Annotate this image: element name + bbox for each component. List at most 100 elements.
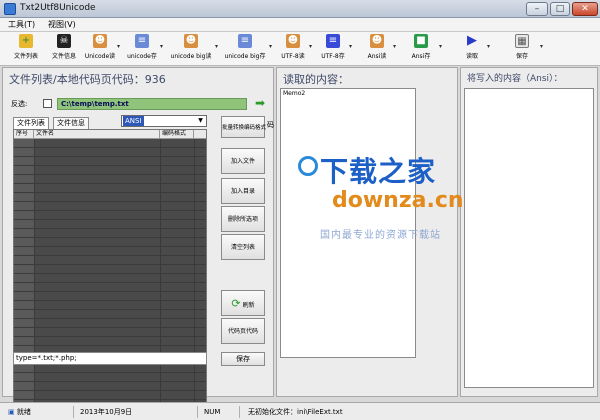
person-icon: ☻ <box>93 34 107 48</box>
status-num: NUM <box>200 406 240 418</box>
table-row[interactable] <box>14 211 206 220</box>
watermark-logo-icon <box>298 156 318 176</box>
refresh-button[interactable]: ⟳ 刷新 <box>221 290 265 316</box>
read-dropdown-icon[interactable]: ▾ <box>487 44 493 50</box>
file-grid[interactable]: 序号 文件名 编码格式 <box>13 129 207 413</box>
window-title: Txt2Utf8Unicode <box>20 3 96 13</box>
unicode-save-button[interactable]: ≡ unicode存 <box>125 34 159 64</box>
menu-view[interactable]: 视图(V) <box>48 19 76 30</box>
close-button[interactable]: ✕ <box>572 2 598 16</box>
table-row[interactable] <box>14 292 206 301</box>
go-arrow-icon[interactable]: ➡ <box>255 96 267 110</box>
table-row[interactable] <box>14 157 206 166</box>
table-row[interactable] <box>14 337 206 346</box>
table-row[interactable] <box>14 166 206 175</box>
unicode-big-save-button[interactable]: ≡ unicode big存 <box>222 34 268 64</box>
ansi-read-dropdown-icon[interactable]: ▾ <box>393 44 399 50</box>
table-row[interactable] <box>14 229 206 238</box>
watermark: 下载之家 downza.cn 国内最专业的资源下载站 <box>298 150 468 250</box>
tab-file-list[interactable]: 文件列表 <box>13 117 49 129</box>
menu-tools[interactable]: 工具(T) <box>8 19 35 30</box>
add-directory-button[interactable]: 加入目录 <box>221 178 265 204</box>
table-row[interactable] <box>14 247 206 256</box>
write-content-panel: 将写入的内容（Ansi）： <box>460 67 598 397</box>
table-icon: ▦ <box>515 34 529 48</box>
table-row[interactable] <box>14 382 206 391</box>
grid-header-encoding: 编码格式 <box>160 130 194 139</box>
title-bar: Txt2Utf8Unicode – □ ✕ <box>0 0 600 18</box>
table-row[interactable] <box>14 328 206 337</box>
minimize-button[interactable]: – <box>526 2 548 16</box>
table-row[interactable] <box>14 391 206 400</box>
table-row[interactable] <box>14 148 206 157</box>
table-row[interactable] <box>14 193 206 202</box>
ansi-save-dropdown-icon[interactable]: ▾ <box>439 44 445 50</box>
unicode-read-dropdown-icon[interactable]: ▾ <box>117 44 123 50</box>
table-row[interactable] <box>14 265 206 274</box>
save-filter-button[interactable]: 保存 <box>221 352 265 366</box>
table-row[interactable] <box>14 283 206 292</box>
path-field[interactable]: C:\temp\temp.txt <box>57 98 247 110</box>
add-file-button[interactable]: 加入文件 <box>221 148 265 174</box>
clear-list-button[interactable]: 清空列表 <box>221 234 265 260</box>
grid-header-filename: 文件名 <box>34 130 160 139</box>
read-content-title: 读取的内容： <box>283 73 349 86</box>
ansi-read-button[interactable]: ☻ Ansi读 <box>362 34 392 64</box>
save-dropdown-icon[interactable]: ▾ <box>540 44 546 50</box>
table-row[interactable] <box>14 319 206 328</box>
table-row[interactable] <box>14 175 206 184</box>
green-square-icon: ■ <box>414 34 428 48</box>
unicode-read-button[interactable]: ☻ Unicode读 <box>84 34 116 64</box>
table-row[interactable] <box>14 301 206 310</box>
file-list-button[interactable]: + 文件列表 <box>8 34 44 64</box>
batch-convert-button[interactable]: 批量转换编码格式 <box>221 116 266 138</box>
utf8-read-button[interactable]: ☻ UTF-8读 <box>278 34 308 64</box>
write-memo[interactable] <box>464 88 594 388</box>
encoding-select-value: ANSI <box>123 116 144 126</box>
maximize-button[interactable]: □ <box>550 2 570 16</box>
table-row[interactable] <box>14 274 206 283</box>
unicode-big-save-dropdown-icon[interactable]: ▾ <box>269 44 275 50</box>
batch-label: 码 <box>267 121 274 129</box>
table-row[interactable] <box>14 364 206 373</box>
status-date: 2013年10月9日 <box>76 406 198 418</box>
utf8-save-button[interactable]: ≡ UTF-8存 <box>318 34 348 64</box>
table-row[interactable] <box>14 184 206 193</box>
table-row[interactable] <box>14 238 206 247</box>
watermark-subtitle: 国内最专业的资源下载站 <box>320 230 441 241</box>
filter-input[interactable]: type=*.txt;*.php; <box>13 352 207 365</box>
recurse-checkbox[interactable] <box>43 99 52 108</box>
watermark-cn: 下载之家 <box>320 155 437 188</box>
codepage-button[interactable]: 代码页代码 <box>221 318 265 344</box>
ansi-save-button[interactable]: ■ Ansi存 <box>404 34 438 64</box>
utf8-save-dropdown-icon[interactable]: ▾ <box>349 44 355 50</box>
unicode-big-read-dropdown-icon[interactable]: ▾ <box>215 44 221 50</box>
table-row[interactable] <box>14 310 206 319</box>
unicode-save-dropdown-icon[interactable]: ▾ <box>160 44 166 50</box>
person-icon: ☻ <box>370 34 384 48</box>
tab-file-info[interactable]: 文件信息 <box>53 117 89 129</box>
remove-selected-button[interactable]: 删除所选项 <box>221 206 265 232</box>
folder-add-icon: + <box>19 34 33 48</box>
table-row[interactable] <box>14 256 206 265</box>
skull-icon: ☠ <box>57 34 71 48</box>
status-message: 无初始化文件：ini\FileExt.txt <box>248 408 343 416</box>
read-memo-text: Memo2 <box>283 90 306 97</box>
status-bar: ▣ 就绪 2013年10月9日 NUM 无初始化文件：ini\FileExt.t… <box>0 402 600 420</box>
table-row[interactable] <box>14 220 206 229</box>
table-row[interactable] <box>14 202 206 211</box>
grid-header-index: 序号 <box>14 130 34 139</box>
encoding-select[interactable]: ANSI ▼ <box>121 115 207 127</box>
write-content-title: 将写入的内容（Ansi）： <box>467 74 563 84</box>
table-row[interactable] <box>14 139 206 148</box>
save-button[interactable]: ▦ 保存 <box>508 34 536 64</box>
file-info-button[interactable]: ☠ 文件信息 <box>46 34 82 64</box>
person-icon: ☻ <box>184 34 198 48</box>
utf8-read-dropdown-icon[interactable]: ▾ <box>309 44 315 50</box>
table-row[interactable] <box>14 373 206 382</box>
recurse-label: 反选: <box>11 100 28 108</box>
read-button[interactable]: ▶ 读取 <box>458 34 486 64</box>
refresh-icon: ⟳ <box>231 297 241 310</box>
status-icon: ▣ <box>8 408 15 416</box>
unicode-big-read-button[interactable]: ☻ unicode big读 <box>168 34 214 64</box>
